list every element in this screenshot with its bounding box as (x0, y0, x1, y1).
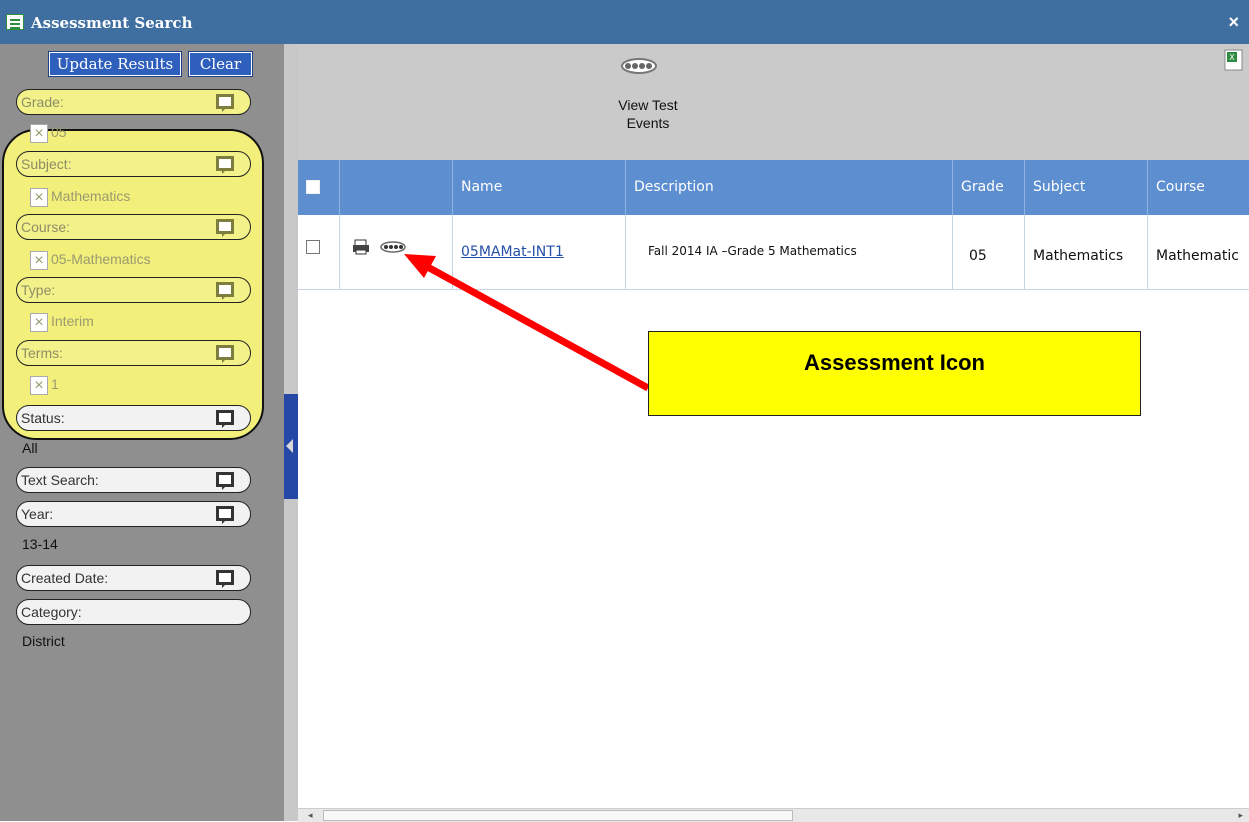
svg-text:X: X (1229, 53, 1235, 62)
excel-export-icon[interactable]: X (1224, 49, 1244, 71)
column-header-course[interactable]: Course (1148, 160, 1249, 215)
print-icon[interactable] (352, 239, 370, 255)
created-date-filter[interactable]: Created Date: (16, 565, 251, 591)
column-header-name[interactable]: Name (453, 160, 626, 215)
subject-chip[interactable]: × Mathematics (30, 185, 130, 208)
status-value: All (22, 440, 38, 456)
view-test-events-label[interactable]: View Test Events (608, 96, 688, 132)
comment-icon[interactable] (216, 570, 234, 588)
row-checkbox-cell (298, 215, 340, 290)
window-title: Assessment Search (31, 14, 193, 32)
row-grade-cell: 05 (953, 215, 1025, 290)
terms-chip[interactable]: × 1 (30, 373, 59, 396)
row-description-cell: Fall 2014 IA –Grade 5 Mathematics (626, 215, 953, 290)
row-subject-cell: Mathematics (1025, 215, 1148, 290)
scroll-right-icon[interactable]: ▸ (1238, 810, 1243, 821)
grade-chip[interactable]: × 05 (30, 121, 67, 144)
assessment-name-link[interactable]: 05MAMat-INT1 (461, 244, 564, 260)
comment-icon[interactable] (216, 282, 234, 300)
type-chip[interactable]: × Interim (30, 310, 94, 333)
row-name-cell: 05MAMat-INT1 (453, 215, 626, 290)
comment-icon[interactable] (216, 506, 234, 524)
comment-icon[interactable] (216, 345, 234, 363)
assessment-icon-callout: Assessment Icon (648, 331, 1141, 416)
year-filter[interactable]: Year: (16, 501, 251, 527)
row-checkbox[interactable] (306, 240, 320, 254)
column-header-grade[interactable]: Grade (953, 160, 1025, 215)
clear-button[interactable]: Clear (188, 51, 253, 77)
results-grid: Name Description Grade Subject Course 05… (298, 160, 1249, 810)
grid-header-row: Name Description Grade Subject Course (298, 160, 1249, 215)
remove-icon[interactable]: × (30, 375, 48, 395)
category-value: District (22, 633, 65, 649)
terms-filter[interactable]: Terms: (16, 340, 251, 366)
select-all-checkbox[interactable] (306, 180, 320, 194)
text-search-filter[interactable]: Text Search: (16, 467, 251, 493)
close-icon[interactable]: × (1228, 12, 1239, 33)
actions-header (340, 160, 453, 215)
assessment-icon[interactable] (380, 241, 407, 253)
results-toolbar: View Test Events X (298, 44, 1249, 160)
update-results-button[interactable]: Update Results (48, 51, 182, 77)
select-all-cell (298, 160, 340, 215)
horizontal-scrollbar[interactable]: ◂ ▸ (298, 808, 1249, 822)
assessment-window-icon (6, 14, 24, 30)
category-filter[interactable]: Category: (16, 599, 251, 625)
grade-filter[interactable]: Grade: (16, 89, 251, 115)
subject-filter[interactable]: Subject: (16, 151, 251, 177)
comment-icon[interactable] (216, 410, 234, 428)
year-value: 13-14 (22, 536, 58, 552)
row-course-cell: Mathematic (1148, 215, 1249, 290)
sidebar-splitter[interactable] (284, 44, 298, 821)
window-titlebar: Assessment Search × (0, 0, 1249, 44)
course-filter[interactable]: Course: (16, 214, 251, 240)
status-filter[interactable]: Status: (16, 405, 251, 431)
type-filter[interactable]: Type: (16, 277, 251, 303)
comment-icon[interactable] (216, 219, 234, 237)
scroll-left-icon[interactable]: ◂ (308, 810, 313, 821)
collapse-sidebar-handle[interactable] (284, 394, 298, 499)
remove-icon[interactable]: × (30, 123, 48, 143)
remove-icon[interactable]: × (30, 250, 48, 270)
filter-sidebar: Update Results Clear Grade: × 05 Subject:… (0, 44, 284, 821)
remove-icon[interactable]: × (30, 312, 48, 332)
comment-icon[interactable] (216, 472, 234, 490)
remove-icon[interactable]: × (30, 187, 48, 207)
view-test-events-icon[interactable] (621, 58, 657, 74)
scroll-thumb[interactable] (323, 810, 793, 821)
column-header-description[interactable]: Description (626, 160, 953, 215)
course-chip[interactable]: × 05-Mathematics (30, 248, 151, 271)
comment-icon[interactable] (216, 156, 234, 174)
column-header-subject[interactable]: Subject (1025, 160, 1148, 215)
row-actions-cell (340, 215, 453, 290)
comment-icon[interactable] (216, 94, 234, 112)
